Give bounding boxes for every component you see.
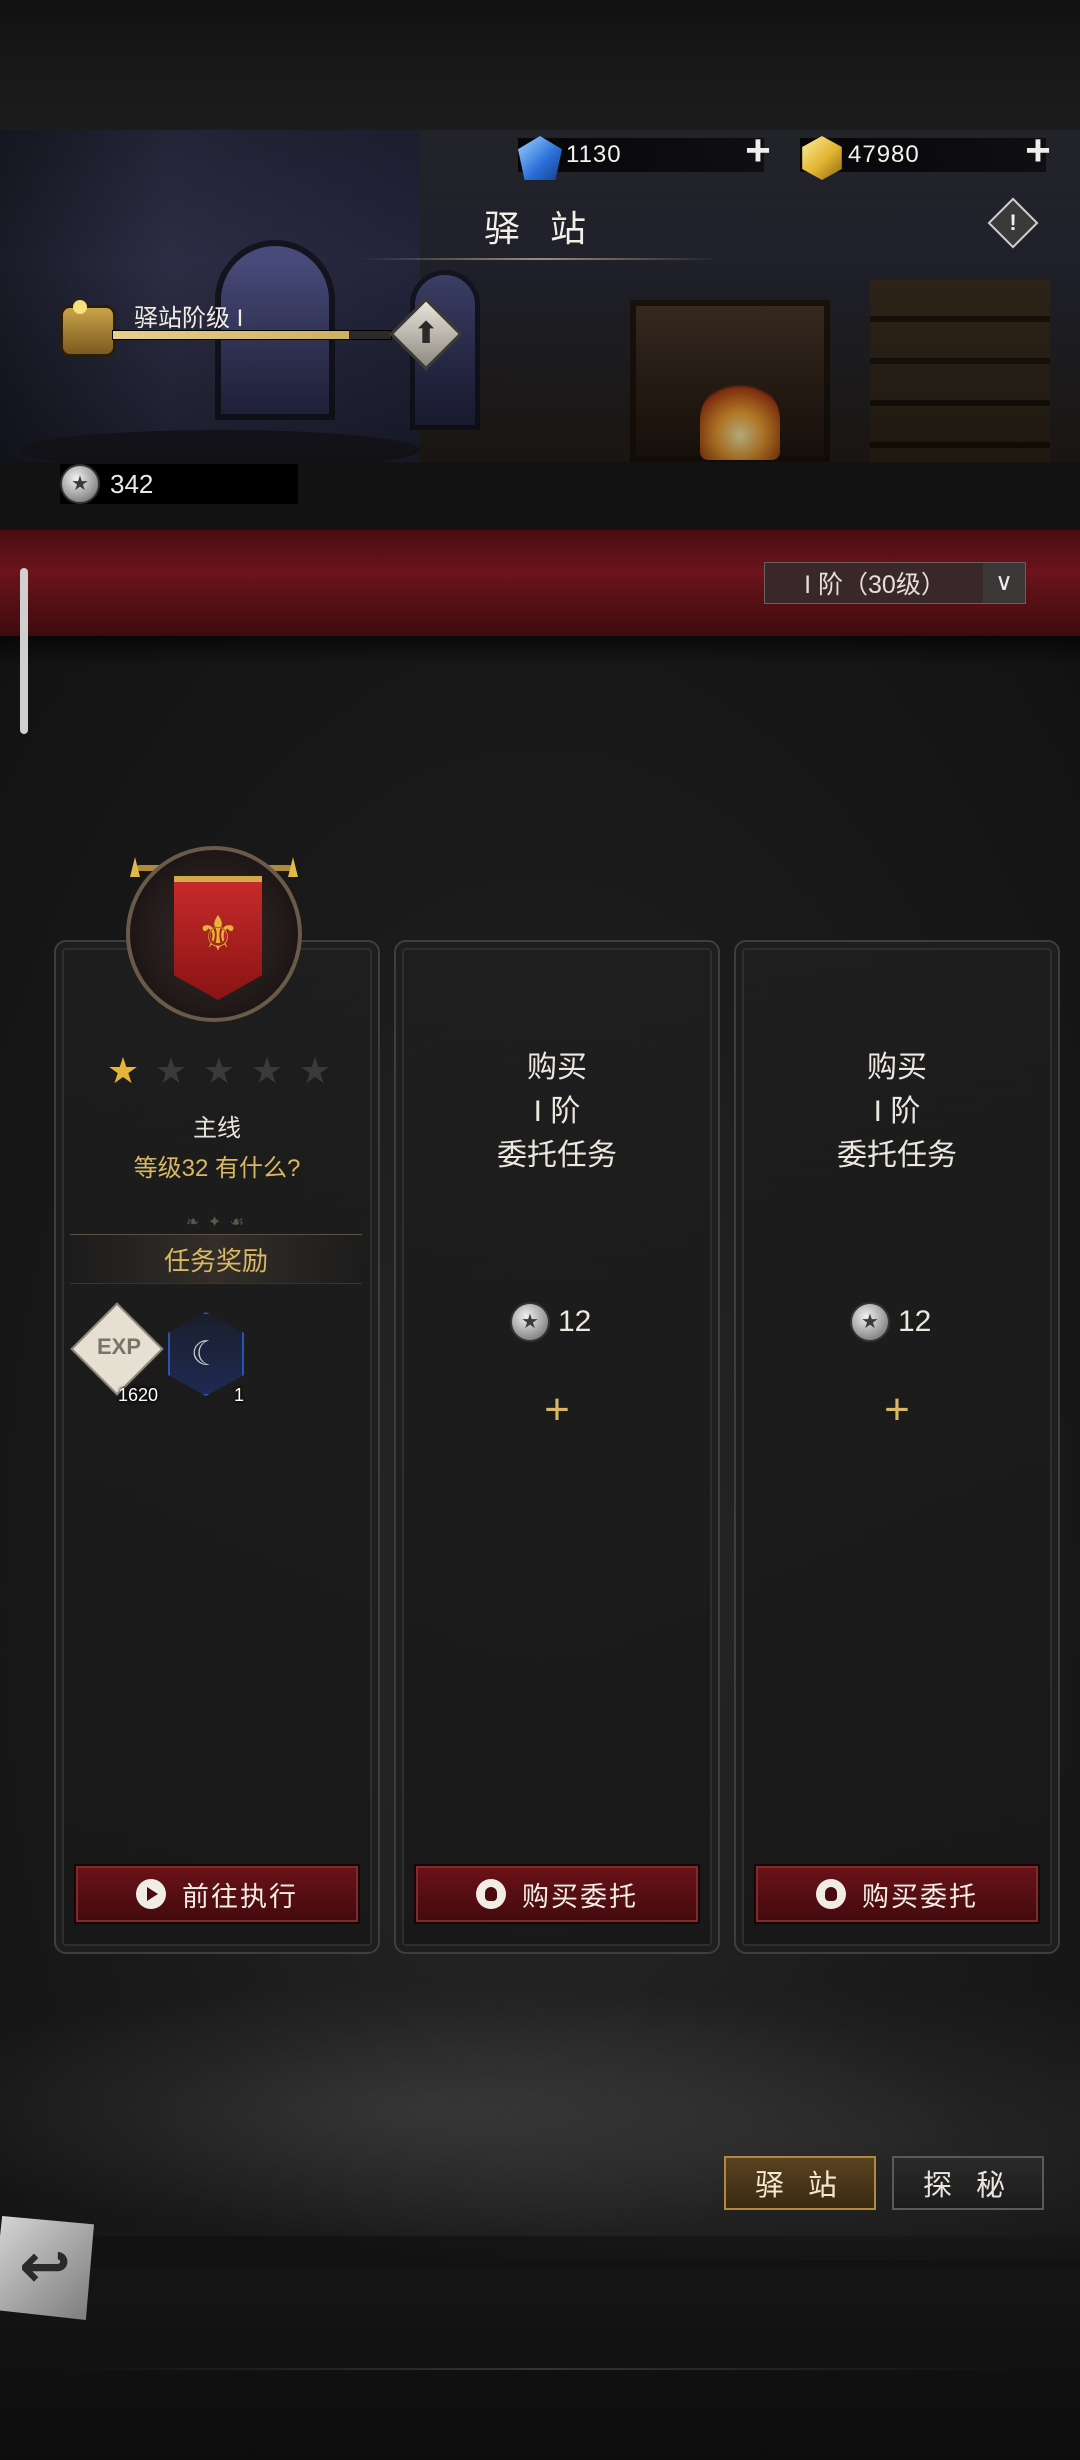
star-icon: ★ bbox=[202, 1050, 236, 1091]
star-icon: ★ bbox=[250, 1050, 284, 1091]
buy-quest-text: 购买 I 阶 委托任务 bbox=[497, 1051, 617, 1172]
quest-card-main bbox=[54, 940, 380, 1954]
reward-scythe[interactable]: ☾ 1 bbox=[166, 1312, 244, 1405]
quest-emblem: ⚜ bbox=[126, 846, 302, 1022]
smoke-decoration bbox=[0, 1960, 1080, 2260]
star-icon: ★ bbox=[106, 1050, 140, 1091]
chevron-down-icon: ∨ bbox=[983, 563, 1025, 603]
buy-commission-button[interactable]: 购买委托 bbox=[754, 1864, 1040, 1924]
bag-icon bbox=[476, 1879, 506, 1909]
bottom-bar bbox=[0, 2268, 1080, 2460]
back-arrow-icon: ↩ bbox=[19, 2232, 71, 2301]
reward-scythe-qty: 1 bbox=[233, 1385, 244, 1405]
add-quest-icon[interactable]: + bbox=[877, 1388, 917, 1432]
buy-quest-price: 12 bbox=[510, 1302, 591, 1342]
gold-counter: 47980 bbox=[800, 135, 1046, 180]
buy-quest-text: 购买 I 阶 委托任务 bbox=[837, 1051, 957, 1172]
add-gold-button[interactable]: + bbox=[1020, 129, 1056, 173]
silver-coin-icon bbox=[850, 1302, 890, 1342]
reward-exp[interactable]: EXP 1620 bbox=[70, 1302, 164, 1405]
arrow-up-icon: ⬆ bbox=[413, 317, 439, 350]
ornament-divider: ❧ ✦ ☙ bbox=[185, 1214, 247, 1231]
star-icon: ★ bbox=[298, 1050, 332, 1091]
silver-coin-counter: 342 bbox=[60, 464, 298, 504]
page-title: 驿 站 bbox=[483, 208, 596, 249]
back-button[interactable]: ↩ bbox=[0, 2216, 94, 2320]
star-icon: ★ bbox=[154, 1050, 188, 1091]
station-rank-label: 驿站阶级 I bbox=[134, 305, 244, 332]
tier-dropdown-label: I 阶（30级） bbox=[804, 571, 946, 599]
station-rank-progress bbox=[112, 330, 392, 340]
quest-subtitle: 等级32 有什么? bbox=[133, 1155, 301, 1182]
scroll-indicator[interactable] bbox=[20, 568, 28, 734]
diamond-icon bbox=[518, 136, 562, 180]
title-divider bbox=[360, 258, 720, 260]
exclamation-icon: ! bbox=[1009, 210, 1017, 235]
add-diamond-button[interactable]: + bbox=[740, 129, 776, 173]
go-execute-button[interactable]: 前往执行 bbox=[74, 1864, 360, 1924]
tab-station[interactable]: 驿 站 bbox=[724, 2156, 876, 2210]
fleur-crest-icon: ⚜ bbox=[196, 908, 240, 961]
tab-explore[interactable]: 探 秘 bbox=[892, 2156, 1044, 2210]
silver-coin-icon bbox=[60, 464, 100, 504]
diamond-counter: 1130 bbox=[518, 135, 764, 180]
play-icon bbox=[136, 1879, 166, 1909]
add-quest-icon[interactable]: + bbox=[537, 1388, 577, 1432]
buy-commission-button[interactable]: 购买委托 bbox=[414, 1864, 700, 1924]
bag-icon bbox=[816, 1879, 846, 1909]
top-bar bbox=[0, 0, 1080, 130]
buy-quest-price: 12 bbox=[850, 1302, 931, 1342]
silver-coin-icon bbox=[510, 1302, 550, 1342]
difficulty-stars: ★ ★ ★ ★ ★ bbox=[106, 1050, 332, 1091]
gold-value: 47980 bbox=[848, 141, 920, 168]
tier-dropdown[interactable]: I 阶（30级） ∨ bbox=[764, 562, 1026, 604]
gold-icon bbox=[802, 136, 842, 180]
quest-category: 主线 bbox=[193, 1115, 241, 1142]
diamond-value: 1130 bbox=[566, 141, 622, 168]
station-rank-icon bbox=[60, 300, 116, 357]
rewards-title: 任务奖励 bbox=[70, 1234, 362, 1284]
silver-coin-value: 342 bbox=[110, 468, 154, 499]
reward-exp-qty: 1620 bbox=[117, 1385, 158, 1405]
